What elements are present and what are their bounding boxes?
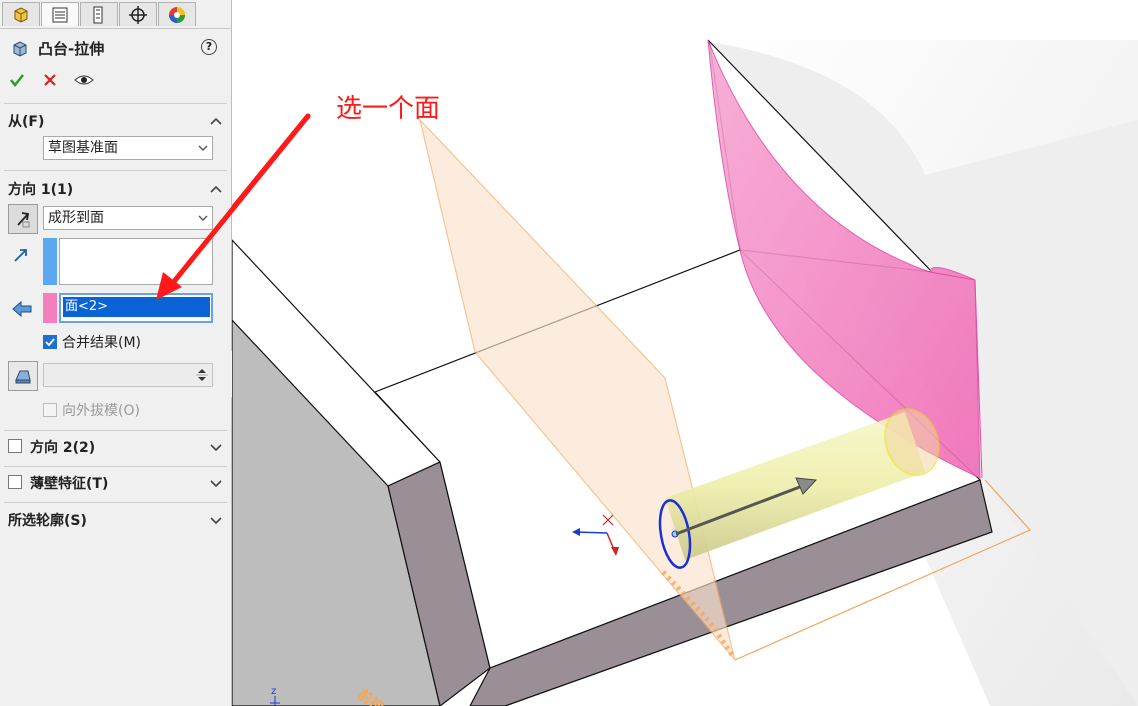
section-from-title[interactable]: 从(F) (8, 111, 44, 131)
ok-checkmark-icon[interactable] (9, 72, 25, 88)
chevron-down-icon[interactable] (209, 440, 223, 454)
boss-extrude-icon (13, 41, 27, 57)
merge-result-checkbox[interactable] (43, 335, 57, 349)
manager-tabs (0, 0, 231, 29)
face-reference-icon (12, 300, 32, 318)
crosshair-icon (129, 5, 147, 24)
view-triad-label: z (271, 686, 277, 697)
help-icon[interactable]: ? (201, 39, 217, 55)
preview-eye-icon[interactable] (74, 72, 94, 88)
section-thin-feature-title[interactable]: 薄壁特征(T) (30, 473, 108, 493)
tab-configurationmanager[interactable] (80, 2, 118, 26)
draft-outward-checkbox[interactable] (43, 403, 57, 417)
section-direction2-title[interactable]: 方向 2(2) (30, 437, 95, 457)
configuration-icon (93, 6, 103, 23)
divider (4, 103, 227, 104)
cancel-x-icon[interactable] (43, 73, 57, 87)
annotation-text: 选一个面 (336, 94, 441, 124)
end-condition-value: 成形到面 (48, 210, 104, 226)
property-manager-panel: 凸台-拉伸 ? 从(F) 草图基准面 方向 1(1) 成形到面 面<2> 合并结… (0, 0, 232, 706)
selection-color-swatch (43, 238, 57, 285)
annotation-arrow-shaft (169, 113, 311, 287)
divider (4, 466, 227, 467)
merge-result-label: 合并结果(M) (62, 335, 142, 351)
chevron-down-icon[interactable] (209, 513, 223, 527)
face-color-swatch (43, 293, 57, 323)
draft-toggle-button[interactable] (8, 361, 38, 391)
draft-angle-stepper[interactable] (43, 363, 213, 387)
feature-header: 凸台-拉伸 ? (0, 36, 231, 60)
part-icon (14, 6, 28, 23)
from-select-value: 草图基准面 (48, 140, 118, 156)
reverse-direction-icon (17, 212, 30, 228)
divider (4, 430, 227, 431)
feature-title: 凸台-拉伸 (38, 40, 105, 58)
direction2-checkbox[interactable] (8, 439, 22, 453)
draft-icon (15, 370, 31, 384)
thin-feature-checkbox[interactable] (8, 475, 22, 489)
checkmark-icon (45, 338, 55, 347)
annotation-arrow-overlay (156, 113, 311, 300)
tab-propertymanager[interactable] (41, 2, 79, 26)
divider (4, 502, 227, 503)
confirm-row (0, 68, 231, 92)
color-wheel-icon (169, 6, 185, 23)
reverse-direction-button[interactable] (8, 204, 38, 234)
section-direction1-title[interactable]: 方向 1(1) (8, 179, 73, 199)
spin-arrows-icon[interactable] (195, 366, 209, 384)
tab-dimxpertmanager[interactable] (119, 2, 157, 26)
section-selected-contours-title[interactable]: 所选轮廓(S) (8, 510, 87, 530)
direction-vector-icon (14, 249, 27, 262)
property-sheet-icon (52, 7, 68, 22)
chevron-down-icon[interactable] (209, 476, 223, 490)
tab-featuremanager[interactable] (2, 2, 40, 26)
tab-displaymanager[interactable] (158, 2, 196, 26)
draft-outward-label: 向外拔模(O) (62, 403, 140, 419)
